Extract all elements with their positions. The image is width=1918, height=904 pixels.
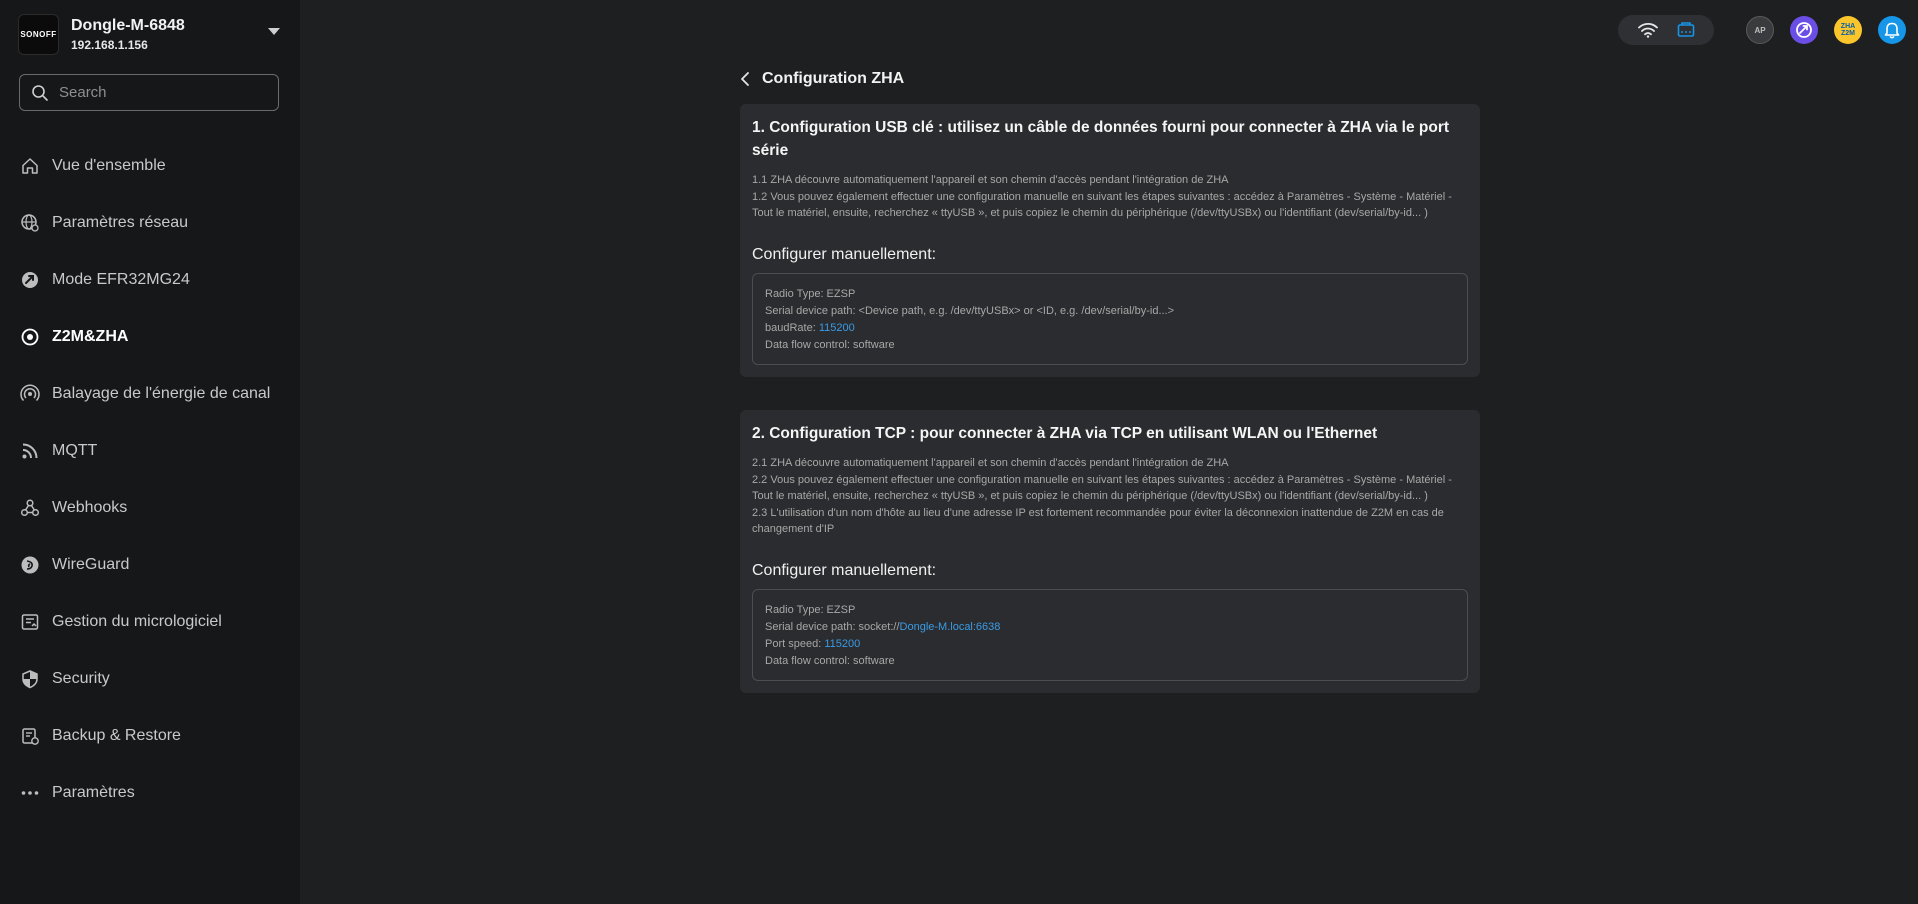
tcp-card-description: 2.1 ZHA découvre automatiquement l'appar…	[752, 455, 1468, 538]
sidebar-item-settings[interactable]: Paramètres	[0, 764, 300, 821]
tcp-manual-title: Configurer manuellement:	[752, 561, 937, 579]
back-button[interactable]: Configuration ZHA	[740, 68, 904, 90]
sidebar-item-network[interactable]: Paramètres réseau	[0, 194, 300, 251]
usb-manual-title: Configurer manuellement:	[752, 245, 937, 263]
tcp-card-title: 2. Configuration TCP : pour connecter à …	[752, 425, 1378, 442]
zha-icon[interactable]: ZHA Z2M	[1834, 16, 1862, 44]
usb-baud-value: 115200	[818, 321, 855, 334]
sidebar-item-overview[interactable]: Vue d'ensemble	[0, 137, 300, 194]
search-input[interactable]	[59, 75, 269, 110]
sidebar-item-webhooks[interactable]: Webhooks	[0, 479, 300, 536]
device-header[interactable]: SONOFF Dongle-M-6848 192.168.1.156	[18, 14, 280, 56]
ethernet-icon	[1677, 22, 1694, 37]
sidebar: SONOFF Dongle-M-6848 192.168.1.156 Vue d…	[0, 0, 300, 904]
usb-flow-control: Data flow control: software	[765, 338, 895, 351]
backup-icon	[20, 726, 40, 746]
sidebar-item-label: Paramètres	[52, 783, 135, 801]
more-dots-icon	[20, 783, 40, 803]
tcp-serial-label: Serial device path: socket://	[765, 620, 900, 633]
chevron-left-icon	[741, 72, 749, 86]
tcp-desc-line: 2.2 Vous pouvez également effectuer une …	[752, 473, 1452, 503]
z2m-icon[interactable]	[1790, 16, 1818, 44]
sidebar-item-label: Vue d'ensemble	[52, 156, 166, 174]
tcp-flow-control: Data flow control: software	[765, 654, 895, 667]
sidebar-item-mqtt[interactable]: MQTT	[0, 422, 300, 479]
sonoff-logo: SONOFF	[18, 14, 59, 55]
sidebar-item-z2m-zha[interactable]: Z2M&ZHA	[0, 308, 300, 365]
sidebar-item-label: Mode EFR32MG24	[52, 270, 190, 288]
ap-label: AP	[1754, 25, 1766, 35]
z2m-label: Z2M	[1840, 30, 1855, 37]
tcp-desc-line: 2.3 L'utilisation d'un nom d'hôte au lie…	[752, 506, 1444, 536]
sidebar-item-label: MQTT	[52, 441, 98, 459]
page-title: Configuration ZHA	[762, 70, 905, 87]
tcp-port-speed: Port speed: 115200	[765, 636, 1455, 653]
usb-card-title: 1. Configuration USB clé : utilisez un c…	[752, 119, 1450, 159]
sidebar-item-label: Balayage de l'énergie de canal	[52, 384, 271, 402]
wireguard-icon	[20, 555, 40, 575]
logo-text: SONOFF	[20, 30, 57, 39]
sidebar-item-channel-scan[interactable]: Balayage de l'énergie de canal	[0, 365, 300, 422]
usb-baud-label: baudRate:	[765, 321, 819, 334]
sidebar-item-label: Gestion du micrologiciel	[52, 612, 222, 630]
sidebar-nav: Vue d'ensemble Paramètres réseau Mode EF…	[0, 137, 300, 821]
ap-mode-icon[interactable]: AP	[1746, 16, 1774, 44]
device-name: Dongle-M-6848	[71, 17, 185, 34]
tcp-serial-path: Serial device path: socket://Dongle-M.lo…	[765, 619, 1455, 636]
sidebar-item-label: Backup & Restore	[52, 726, 181, 744]
tcp-config-box[interactable]: Radio Type: EZSP Serial device path: soc…	[752, 588, 1468, 681]
tcp-radio-type: Radio Type: EZSP	[765, 603, 856, 616]
usb-desc-line: 1.1 ZHA découvre automatiquement l'appar…	[752, 174, 1229, 186]
sidebar-item-label: WireGuard	[52, 555, 130, 573]
search-icon	[32, 85, 48, 101]
rss-icon	[20, 441, 40, 461]
tcp-port-label: Port speed:	[765, 637, 825, 650]
usb-radio-type: Radio Type: EZSP	[765, 287, 856, 300]
device-ip: 192.168.1.156	[71, 38, 148, 52]
usb-card-description: 1.1 ZHA découvre automatiquement l'appar…	[752, 172, 1468, 222]
tcp-serial-host-link[interactable]: Dongle-M.local:6638	[900, 621, 1001, 633]
home-icon	[20, 156, 40, 176]
signal-scan-icon	[20, 384, 40, 404]
sidebar-item-label: Webhooks	[52, 498, 128, 516]
sidebar-item-backup-restore[interactable]: Backup & Restore	[0, 707, 300, 764]
usb-baud-rate: baudRate: 115200	[765, 320, 1455, 337]
usb-config-box[interactable]: Radio Type: EZSP Serial device path: <De…	[752, 272, 1468, 365]
sidebar-item-label: Paramètres réseau	[52, 213, 189, 231]
efr-mode-icon	[20, 270, 40, 290]
firmware-icon	[20, 612, 40, 632]
z2m-zha-icon	[20, 327, 40, 347]
tcp-desc-line: 2.1 ZHA découvre automatiquement l'appar…	[752, 457, 1229, 469]
webhook-icon	[20, 498, 40, 518]
usb-serial-path: Serial device path: <Device path, e.g. /…	[765, 304, 1175, 317]
tcp-port-value: 115200	[824, 637, 861, 650]
sidebar-item-wireguard[interactable]: WireGuard	[0, 536, 300, 593]
sidebar-item-security[interactable]: Security	[0, 650, 300, 707]
chevron-down-icon[interactable]	[268, 28, 280, 35]
bell-icon[interactable]	[1878, 16, 1906, 44]
sidebar-item-efr-mode[interactable]: Mode EFR32MG24	[0, 251, 300, 308]
zha-label: ZHA	[1840, 23, 1856, 30]
shield-icon	[20, 669, 40, 689]
globe-icon	[20, 213, 40, 233]
sidebar-item-firmware[interactable]: Gestion du micrologiciel	[0, 593, 300, 650]
wifi-icon	[1637, 23, 1658, 38]
usb-config-card: 1. Configuration USB clé : utilisez un c…	[740, 104, 1480, 377]
sidebar-item-label: Security	[52, 669, 110, 687]
search-box[interactable]	[19, 74, 279, 111]
tcp-config-card: 2. Configuration TCP : pour connecter à …	[740, 410, 1480, 693]
usb-desc-line: 1.2 Vous pouvez également effectuer une …	[752, 190, 1452, 220]
connection-status-pill[interactable]	[1618, 15, 1714, 45]
top-toolbar: AP ZHA Z2M	[1618, 14, 1906, 46]
sidebar-item-label: Z2M&ZHA	[52, 327, 129, 345]
